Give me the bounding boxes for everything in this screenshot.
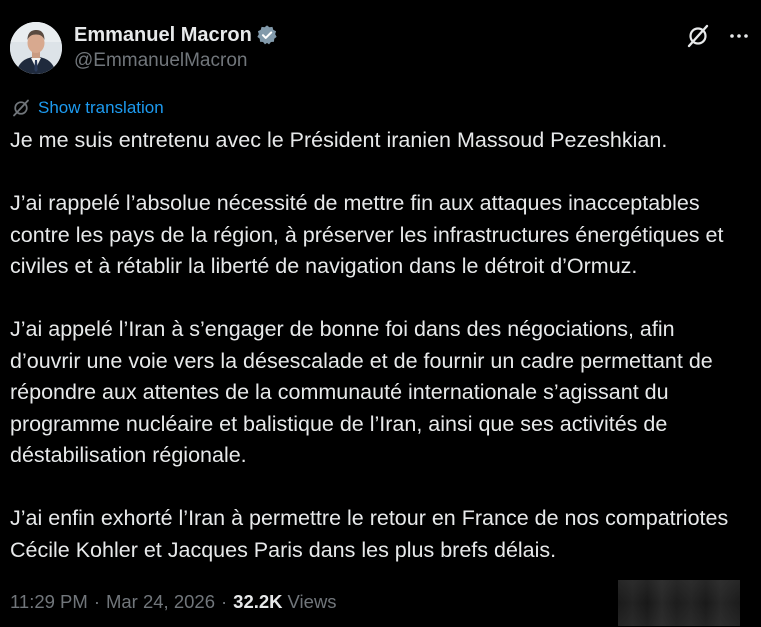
header-actions: [685, 22, 751, 50]
blurred-watermark: [618, 580, 740, 626]
tweet-meta: 11:29 PM · Mar 24, 2026 · 32.2K Views: [10, 590, 337, 614]
views-count[interactable]: 32.2K: [233, 591, 282, 613]
meta-separator: ·: [93, 591, 100, 612]
translate-icon: [12, 99, 30, 117]
views-label: Views: [287, 591, 337, 612]
tweet-paragraph: J’ai appelé l’Iran à s’engager de bonne …: [10, 317, 713, 467]
display-name-row: Emmanuel Macron: [74, 22, 278, 48]
tweet-paragraph: J’ai rappelé l’absolue nécessité de mett…: [10, 191, 724, 278]
tweet-date[interactable]: Mar 24, 2026: [106, 591, 215, 613]
tweet-paragraph: J’ai enfin exhorté l’Iran à permettre le…: [10, 506, 729, 562]
tweet: Emmanuel Macron @EmmanuelMacron Show tra…: [0, 0, 761, 627]
show-translation-label[interactable]: Show translation: [38, 98, 164, 118]
author-names: Emmanuel Macron @EmmanuelMacron: [74, 22, 278, 72]
grok-icon[interactable]: [685, 23, 711, 49]
more-options-icon[interactable]: [727, 24, 751, 48]
author-handle[interactable]: @EmmanuelMacron: [74, 50, 278, 72]
meta-separator: ·: [221, 591, 228, 612]
display-name[interactable]: Emmanuel Macron: [74, 24, 252, 47]
tweet-text: Je me suis entretenu avec le Président i…: [10, 125, 751, 566]
tweet-header: Emmanuel Macron @EmmanuelMacron: [10, 22, 751, 76]
show-translation-link[interactable]: Show translation: [12, 97, 164, 119]
verified-badge-icon[interactable]: [256, 24, 278, 46]
avatar-image: [10, 22, 62, 74]
avatar[interactable]: [10, 22, 62, 74]
tweet-time[interactable]: 11:29 PM: [10, 591, 88, 613]
tweet-paragraph: Je me suis entretenu avec le Président i…: [10, 128, 668, 152]
